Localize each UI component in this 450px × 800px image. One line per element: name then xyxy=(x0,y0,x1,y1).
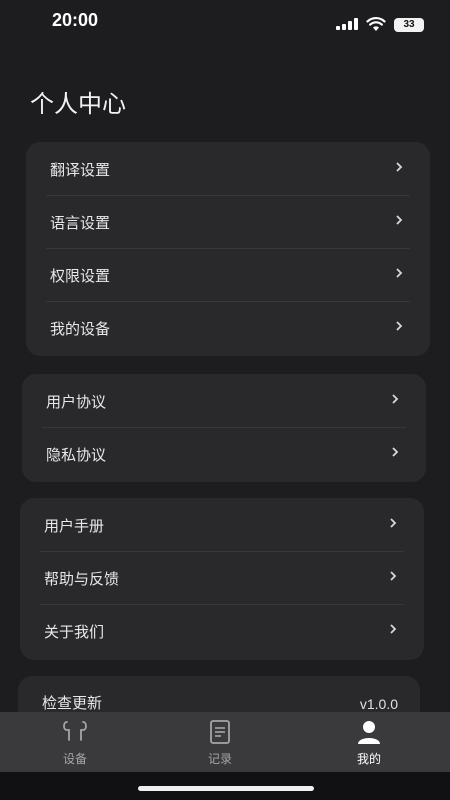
wifi-icon xyxy=(366,17,386,31)
menu-item-help-feedback[interactable]: 帮助与反馈 xyxy=(20,553,424,605)
battery-indicator: 33 xyxy=(394,18,424,32)
chevron-right-icon xyxy=(396,321,403,331)
user-icon xyxy=(358,721,380,744)
chevron-right-icon xyxy=(390,518,397,528)
version-label: v1.0.0 xyxy=(359,696,398,712)
agreements-card: 用户协议 隐私协议 xyxy=(22,374,426,482)
home-indicator[interactable] xyxy=(138,786,314,791)
status-bar: 20:00 33 xyxy=(0,0,450,44)
menu-item-label: 帮助与反馈 xyxy=(44,570,120,588)
check-update-label: 检查更新 xyxy=(42,694,103,712)
menu-item-label: 用户协议 xyxy=(46,393,107,411)
menu-item-user-agreement[interactable]: 用户协议 xyxy=(22,376,426,428)
menu-item-label: 语言设置 xyxy=(50,214,111,232)
earbuds-icon xyxy=(63,721,87,741)
menu-item-user-manual[interactable]: 用户手册 xyxy=(20,500,424,552)
help-card: 用户手册 帮助与反馈 关于我们 xyxy=(20,498,424,660)
tab-bar: 设备 记录 我的 xyxy=(0,712,450,772)
tab-label: 设备 xyxy=(62,752,87,766)
tab-records[interactable]: 记录 xyxy=(145,712,295,772)
tab-label: 记录 xyxy=(207,752,232,766)
menu-item-label: 翻译设置 xyxy=(50,161,111,179)
menu-item-permission-settings[interactable]: 权限设置 xyxy=(26,250,430,302)
tab-mine[interactable]: 我的 xyxy=(294,712,444,772)
menu-item-label: 用户手册 xyxy=(44,517,105,535)
profile-screen: 20:00 33 个人中心 翻译设置 语言设置 权限设置 我的设备 用户协议 隐… xyxy=(0,0,450,800)
menu-item-my-devices[interactable]: 我的设备 xyxy=(26,303,430,355)
document-icon xyxy=(210,720,230,744)
divider xyxy=(46,195,410,196)
chevron-right-icon xyxy=(396,268,403,278)
tab-devices[interactable]: 设备 xyxy=(0,712,150,772)
chevron-right-icon xyxy=(390,624,397,634)
tab-label: 我的 xyxy=(356,752,381,766)
menu-item-about-us[interactable]: 关于我们 xyxy=(20,606,424,658)
divider xyxy=(46,301,410,302)
menu-item-label: 关于我们 xyxy=(44,623,105,641)
cellular-signal-icon xyxy=(336,18,358,30)
status-time: 20:00 xyxy=(52,10,99,30)
page-title: 个人中心 xyxy=(30,90,126,118)
menu-item-label: 隐私协议 xyxy=(46,446,107,464)
chevron-right-icon xyxy=(392,394,399,404)
chevron-right-icon xyxy=(396,162,403,172)
divider xyxy=(40,551,404,552)
settings-card: 翻译设置 语言设置 权限设置 我的设备 xyxy=(26,142,430,356)
menu-item-label: 权限设置 xyxy=(50,267,111,285)
divider xyxy=(46,248,410,249)
chevron-right-icon xyxy=(392,447,399,457)
menu-item-language-settings[interactable]: 语言设置 xyxy=(26,197,430,249)
chevron-right-icon xyxy=(390,571,397,581)
menu-item-privacy-agreement[interactable]: 隐私协议 xyxy=(22,429,426,481)
menu-item-translation-settings[interactable]: 翻译设置 xyxy=(26,144,430,196)
chevron-right-icon xyxy=(396,215,403,225)
menu-item-label: 我的设备 xyxy=(50,320,111,338)
divider xyxy=(42,427,406,428)
divider xyxy=(40,604,404,605)
